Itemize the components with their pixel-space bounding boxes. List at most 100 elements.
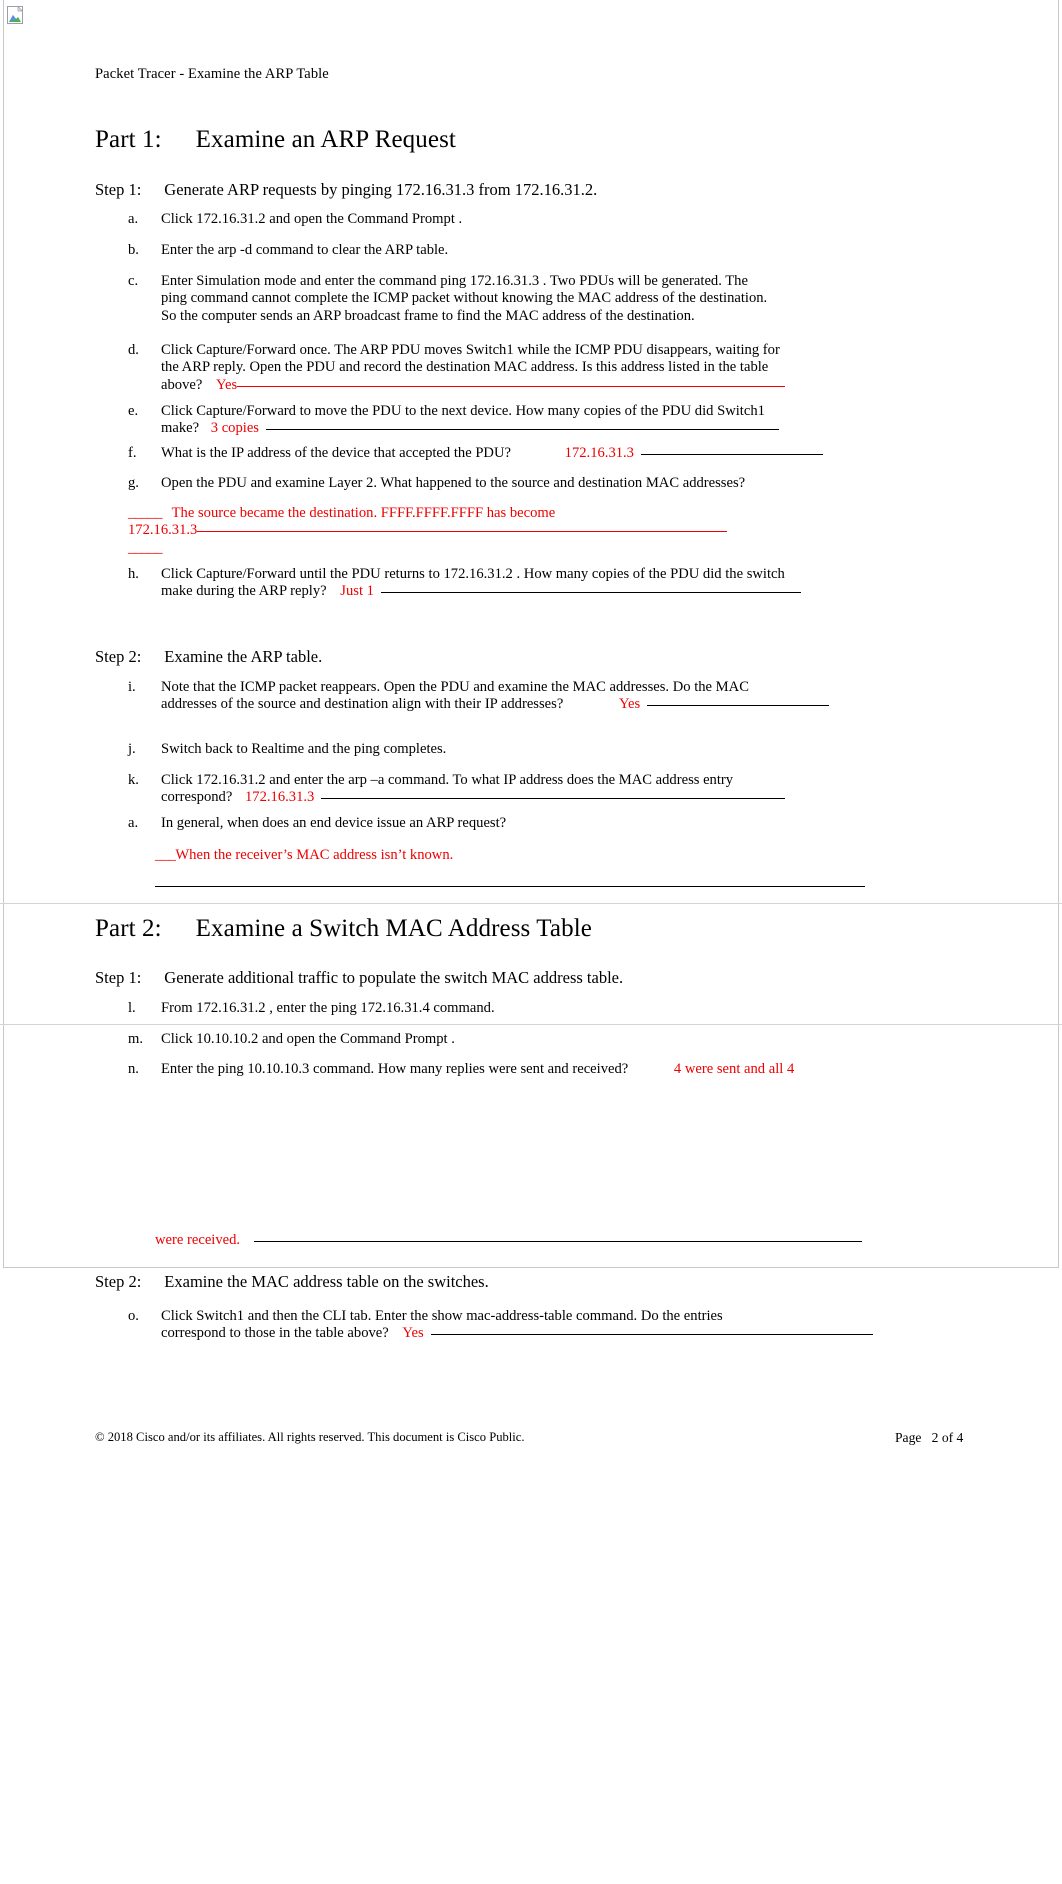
footer-page-number: Page 2 of 4: [895, 1430, 964, 1445]
list-item-answer-line: Enter the ping 10.10.10.3 command. How m…: [161, 1061, 928, 1078]
list-item-answer-line: above? Yes: [161, 377, 890, 394]
list-item-text: Click 172.16.31.2 and enter the arp –a c…: [161, 772, 734, 788]
answer-text-cont: 172.16.31.3: [128, 522, 198, 539]
list-item-text: Click 172.16.31.2 and open the Command P…: [161, 211, 463, 227]
list-marker: n.: [128, 1061, 139, 1077]
list-marker: d.: [128, 342, 139, 358]
list-item: j. Switch back to Realtime and the ping …: [128, 741, 890, 758]
list-item-text-cont: ping command cannot complete the ICMP pa…: [161, 290, 768, 307]
answer-line-cont: were received.: [155, 1232, 955, 1249]
list-item-text-cont: make?: [161, 420, 200, 437]
list-item: b. Enter the arp -d command to clear the…: [128, 242, 868, 259]
list-item-answer-line: addresses of the source and destination …: [161, 696, 890, 713]
list-item-text: Click Switch1 and then the CLI tab. Ente…: [161, 1308, 723, 1324]
list-item-text: Click 10.10.10.2 and open the Command Pr…: [161, 1031, 455, 1047]
page-break-bottom: [0, 1024, 1062, 1025]
list-item-text: From 172.16.31.2 , enter the ping 172.16…: [161, 1000, 495, 1016]
broken-image-icon: [7, 6, 23, 24]
list-marker: o.: [128, 1308, 139, 1324]
list-item-text-cont: addresses of the source and destination …: [161, 696, 564, 713]
list-item: o. Click Switch1 and then the CLI tab. E…: [128, 1308, 918, 1343]
list-item-answer-line: make during the ARP reply? Just 1: [161, 583, 890, 600]
answer-line-1: ___When the receiver’s MAC address isn’t…: [155, 847, 917, 864]
part2-step1-label: Step 1:: [95, 968, 142, 987]
answer-text: The source became the destination. FFFF.…: [171, 505, 556, 521]
answer-rule: [647, 705, 830, 707]
list-marker: m.: [128, 1031, 143, 1047]
list-item: g. Open the PDU and examine Layer 2. Wha…: [128, 475, 890, 492]
list-marker: i.: [128, 679, 136, 695]
answer-rule: [640, 454, 823, 455]
list-marker: a.: [128, 815, 139, 831]
document-header: Packet Tracer - Examine the ARP Table: [95, 66, 329, 82]
answer-text: 172.16.31.3: [244, 789, 315, 806]
list-item: l. From 172.16.31.2 , enter the ping 172…: [128, 1000, 890, 1017]
list-item-answer-line: correspond? 172.16.31.3: [161, 789, 890, 806]
list-marker: e.: [128, 403, 139, 419]
list-item-text: Open the PDU and examine Layer 2. What h…: [161, 475, 746, 491]
answer-text: When the receiver’s MAC address isn’t kn…: [175, 847, 454, 863]
answer-line-3: _____: [128, 540, 890, 557]
list-item-text: Enter Simulation mode and enter the comm…: [161, 273, 748, 289]
answer-rule: [237, 385, 786, 387]
list-item-text: In general, when does an end device issu…: [161, 815, 507, 831]
list-marker: a.: [128, 211, 139, 227]
answer-rule: [380, 592, 801, 594]
answer-text: Yes: [618, 696, 641, 713]
part-1-title: Examine an ARP Request: [195, 126, 456, 153]
list-marker: k.: [128, 772, 139, 788]
list-item-text-cont: correspond?: [161, 789, 233, 806]
answer-text: 3 copies: [210, 420, 259, 437]
list-item-text: Switch back to Realtime and the ping com…: [161, 741, 447, 757]
list-item-text-cont2: above?: [161, 376, 203, 393]
part1-step2-label: Step 2:: [95, 647, 142, 666]
list-item-text-cont2: So the computer sends an ARP broadcast f…: [161, 307, 695, 324]
part1-step2-heading: Step 2: Examine the ARP table.: [95, 647, 322, 667]
part1-step1-label: Step 1:: [95, 180, 142, 199]
list-item: n. Enter the ping 10.10.10.3 command. Ho…: [128, 1061, 928, 1078]
part2-step2-label: Step 2:: [95, 1272, 142, 1291]
list-item: e. Click Capture/Forward to move the PDU…: [128, 403, 890, 438]
answer-text: 4 were sent and all 4: [673, 1061, 795, 1077]
answer-text: Yes: [215, 376, 238, 393]
list-marker: h.: [128, 566, 139, 582]
list-item-text: Enter the ping 10.10.10.3 command. How m…: [161, 1061, 629, 1077]
list-item-text-cont: make during the ARP reply?: [161, 583, 327, 600]
list-item-answer-line: make? 3 copies: [161, 420, 890, 437]
list-item-text-cont: correspond to those in the table above?: [161, 1325, 389, 1342]
list-marker: b.: [128, 242, 139, 258]
answer-blank: ___: [155, 847, 176, 863]
list-item: h. Click Capture/Forward until the PDU r…: [128, 566, 890, 601]
answer-text: Yes: [402, 1325, 424, 1342]
answer-rule: [197, 531, 728, 533]
list-item: k. Click 172.16.31.2 and enter the arp –…: [128, 772, 890, 807]
list-marker: g.: [128, 475, 139, 491]
part1-step2-title: Examine the ARP table.: [164, 647, 323, 666]
list-item: c. Enter Simulation mode and enter the c…: [128, 273, 888, 325]
list-marker: j.: [128, 741, 136, 757]
answer-block: _____ The source became the destination.…: [128, 505, 890, 557]
list-marker: l.: [128, 1000, 136, 1016]
list-item-text: Enter the arp -d command to clear the AR…: [161, 242, 449, 258]
part-2-title: Examine a Switch MAC Address Table: [195, 915, 592, 942]
part2-step2-heading: Step 2: Examine the MAC address table on …: [95, 1272, 489, 1292]
list-item: a. In general, when does an end device i…: [128, 815, 890, 832]
list-item-text: What is the IP address of the device tha…: [161, 445, 511, 461]
part-1-heading: Part 1: Examine an ARP Request: [95, 126, 456, 154]
part2-step1-title: Generate additional traffic to populate …: [164, 968, 624, 987]
list-item-text: Click Capture/Forward to move the PDU to…: [161, 403, 765, 419]
list-item-text: Click Capture/Forward once. The ARP PDU …: [161, 342, 780, 358]
answer-line-2: 172.16.31.3: [128, 522, 890, 539]
answer-text-cont: were received.: [155, 1232, 241, 1248]
list-item-text: Note that the ICMP packet reappears. Ope…: [161, 679, 749, 695]
list-item: f. What is the IP address of the device …: [128, 445, 890, 462]
list-item-answer-line: correspond to those in the table above? …: [161, 1325, 918, 1342]
part-2-heading: Part 2: Examine a Switch MAC Address Tabl…: [95, 915, 592, 943]
part-2-label: Part 2:: [95, 915, 162, 942]
list-marker: f.: [128, 445, 137, 461]
list-item-answer-line: What is the IP address of the device tha…: [161, 445, 890, 462]
answer-line-1: _____ The source became the destination.…: [128, 505, 890, 522]
answer-rule: [430, 1334, 873, 1336]
answer-text: 172.16.31.3: [564, 445, 634, 461]
answer-block: ___When the receiver’s MAC address isn’t…: [155, 847, 917, 864]
